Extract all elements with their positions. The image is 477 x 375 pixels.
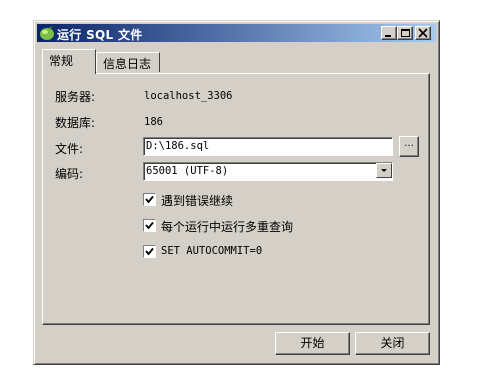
checkmark-icon [145, 221, 154, 230]
dropdown-button[interactable] [376, 163, 392, 178]
tab-general[interactable]: 常规 [42, 49, 96, 74]
browse-button[interactable]: ... [399, 136, 419, 157]
database-label: 数据库: [55, 116, 96, 130]
checkbox-autocommit[interactable] [143, 245, 156, 258]
tab-general-label: 常规 [49, 54, 74, 68]
tab-message-log[interactable]: 信息日志 [96, 52, 160, 72]
option-multiple-queries-label: 每个运行中运行多重查询 [161, 220, 294, 234]
encoding-label: 编码: [55, 167, 84, 181]
general-panel: 服务器: localhost_3306 数据库: 186 文件: D:\186.… [42, 73, 430, 325]
checkmark-icon [145, 247, 154, 256]
close-button[interactable]: 关闭 [355, 332, 430, 355]
window-title: 运行 SQL 文件 [57, 28, 143, 42]
file-path-input[interactable]: D:\186.sql [143, 137, 393, 156]
checkbox-multiple-queries[interactable] [143, 219, 156, 232]
file-label: 文件: [55, 142, 84, 156]
encoding-value: 65001 (UTF-8) [146, 165, 229, 177]
close-window-button[interactable] [415, 26, 431, 40]
chevron-down-icon [381, 169, 387, 172]
tab-message-log-label: 信息日志 [103, 57, 152, 71]
title-bar[interactable]: 运行 SQL 文件 [37, 24, 436, 42]
start-button[interactable]: 开始 [275, 332, 350, 355]
server-label: 服务器: [55, 90, 96, 104]
checkbox-continue-on-error[interactable] [143, 193, 156, 206]
server-value: localhost_3306 [144, 90, 233, 102]
maximize-button[interactable] [397, 26, 413, 40]
run-sql-file-dialog: 运行 SQL 文件 常规 信息日志 服务器: localhost_3306 数据… [33, 20, 440, 365]
checkmark-icon [145, 195, 154, 204]
dolphin-icon [39, 25, 55, 41]
option-continue-on-error-label: 遇到错误继续 [161, 194, 234, 208]
minimize-button[interactable] [381, 26, 397, 40]
option-autocommit-label: SET AUTOCOMMIT=0 [161, 245, 263, 257]
database-value: 186 [144, 116, 163, 128]
encoding-select[interactable]: 65001 (UTF-8) [143, 162, 393, 181]
